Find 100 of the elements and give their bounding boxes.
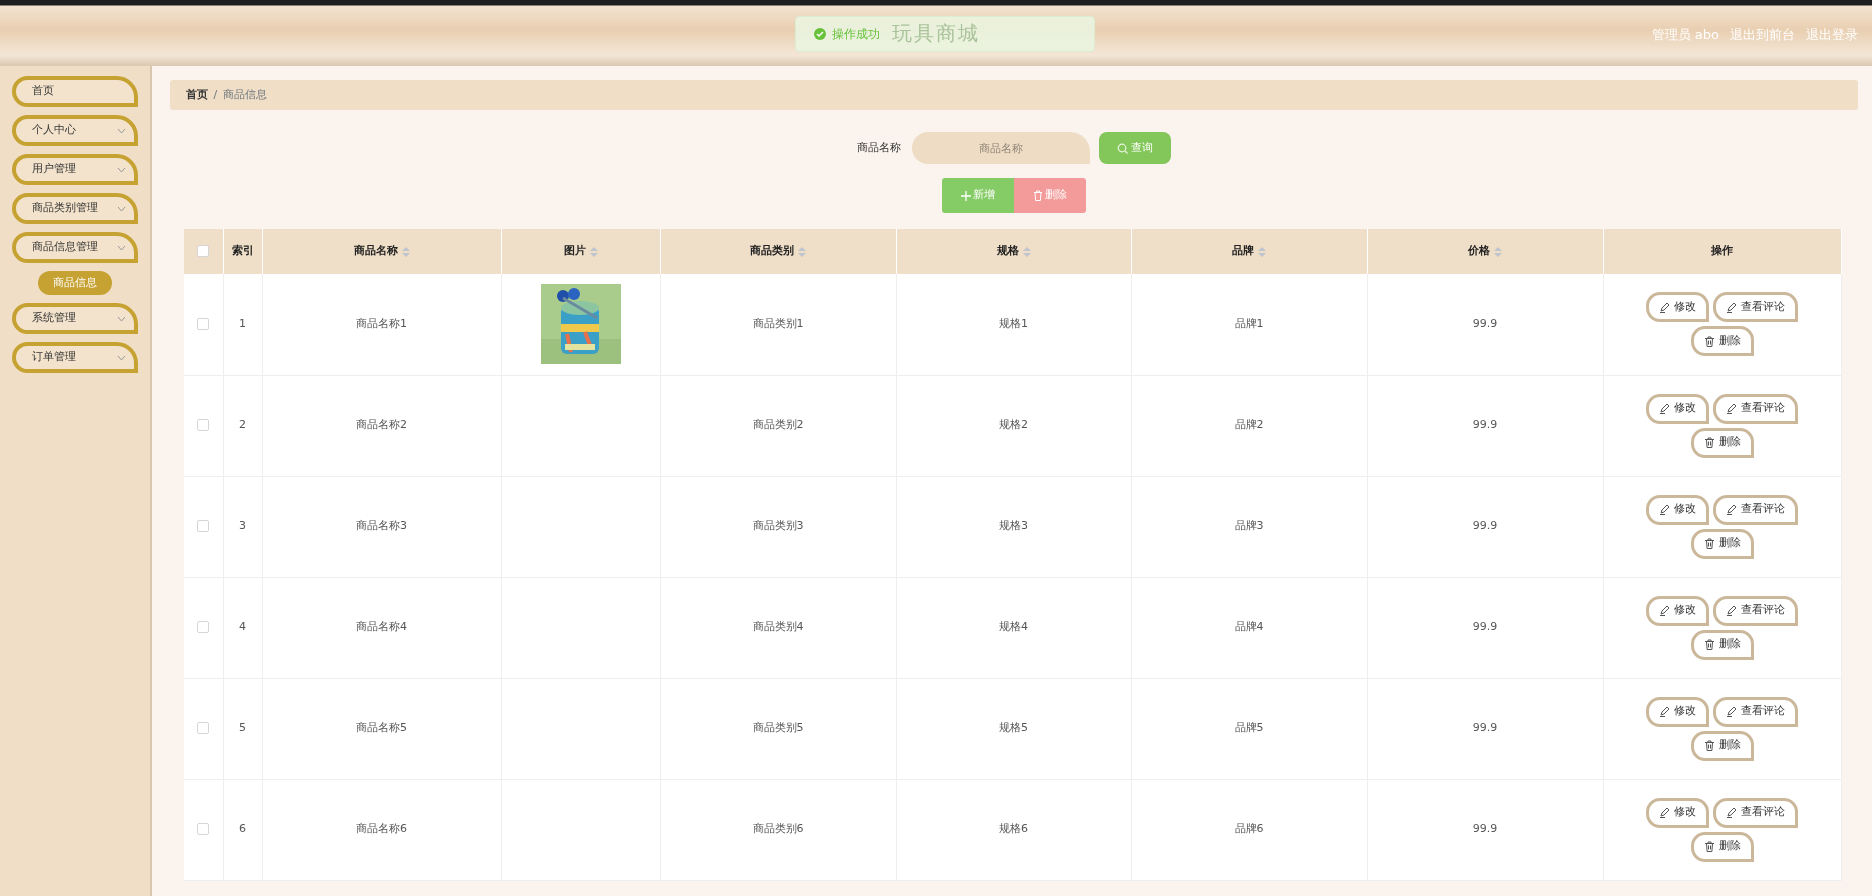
checkbox[interactable] <box>197 318 210 330</box>
chevron-icon <box>117 127 126 134</box>
pencil-icon <box>1659 403 1670 414</box>
menu-item[interactable]: 首页 <box>12 76 138 107</box>
chevron-icon <box>117 166 126 173</box>
checkbox[interactable] <box>197 722 210 735</box>
chevron-icon <box>117 354 126 361</box>
search-field[interactable]: 商品名称 <box>912 132 1091 164</box>
view-comments-button[interactable]: 查看评论 <box>1713 595 1798 626</box>
delete-button[interactable]: 删除 <box>1690 326 1754 357</box>
table-cell: 商品名称5 <box>356 721 407 735</box>
edit-button[interactable]: 修改 <box>1646 292 1709 323</box>
table-cell: 6 <box>239 822 246 836</box>
column-header[interactable]: 商品类别 <box>750 243 806 260</box>
site-title: 玩具商城 <box>892 20 980 47</box>
menu-item[interactable]: 商品类别管理 <box>12 193 138 224</box>
table-cell: 99.9 <box>1472 822 1498 836</box>
pencil-icon <box>1659 504 1670 515</box>
column-header[interactable]: 商品名称 <box>353 243 410 260</box>
delete-button[interactable]: 删除 <box>1690 528 1754 559</box>
plus-icon <box>960 190 971 201</box>
column-header: 操作 <box>1711 243 1733 260</box>
table-cell: 品牌3 <box>1234 519 1264 533</box>
table-cell: 品牌2 <box>1234 418 1264 432</box>
pencil-icon <box>1659 706 1670 717</box>
table-cell: 商品名称4 <box>356 620 407 634</box>
table-cell: 规格5 <box>999 721 1028 735</box>
breadcrumb-link[interactable]: 首页 <box>186 86 208 104</box>
pencil-icon <box>1659 807 1670 818</box>
edit-button[interactable]: 修改 <box>1646 696 1709 727</box>
checkbox[interactable] <box>197 520 210 533</box>
table-cell: 规格3 <box>999 519 1028 533</box>
table-cell: 商品类别6 <box>752 822 804 836</box>
table-cell: 规格4 <box>999 620 1028 634</box>
sort-icon <box>1494 245 1502 258</box>
sort-icon <box>798 245 806 258</box>
table-cell: 99.9 <box>1472 519 1498 533</box>
table-cell: 商品名称2 <box>356 418 407 432</box>
table-cell: 99.9 <box>1472 317 1498 330</box>
trash-icon <box>1703 437 1715 448</box>
breadcrumb-separator: / <box>213 86 218 103</box>
view-comments-button[interactable]: 查看评论 <box>1713 494 1798 525</box>
pencil-icon <box>1659 605 1670 616</box>
checkbox[interactable] <box>197 245 210 258</box>
delete-button[interactable]: 删除 <box>1690 629 1754 660</box>
search-label: 商品名称 <box>857 139 902 156</box>
menu-item[interactable]: 订单管理 <box>12 342 138 373</box>
table-cell: 99.9 <box>1472 721 1498 735</box>
view-comments-button[interactable]: 查看评论 <box>1713 393 1798 424</box>
breadcrumb-current: 商品信息 <box>222 86 267 103</box>
pencil-icon <box>1659 301 1670 313</box>
delete-button[interactable]: 删除 <box>1690 427 1754 458</box>
delete-button[interactable]: 删除 <box>1690 730 1754 761</box>
table-cell: 规格1 <box>999 317 1028 330</box>
sort-icon <box>589 245 598 258</box>
user-name: 管理员 abo <box>1651 26 1719 44</box>
pencil-icon <box>1726 301 1737 313</box>
trash-icon <box>1703 538 1715 549</box>
menu-item[interactable]: 个人中心 <box>12 115 138 146</box>
menu-item[interactable]: 商品信息管理 <box>12 232 138 263</box>
chevron-icon <box>117 205 126 212</box>
sort-icon <box>1022 245 1031 258</box>
pencil-icon <box>1726 403 1737 414</box>
view-comments-button[interactable]: 查看评论 <box>1713 797 1798 828</box>
edit-button[interactable]: 修改 <box>1646 797 1709 828</box>
pencil-icon <box>1726 706 1737 717</box>
chevron-icon <box>117 244 126 251</box>
chevron-icon <box>117 315 126 322</box>
view-comments-button[interactable]: 查看评论 <box>1713 696 1798 727</box>
menu-item[interactable]: 系统管理 <box>12 303 138 334</box>
checkbox[interactable] <box>197 823 210 836</box>
edit-button[interactable]: 修改 <box>1646 494 1709 525</box>
pencil-icon <box>1726 504 1737 515</box>
checkbox[interactable] <box>197 419 210 432</box>
table-cell: 4 <box>239 620 246 634</box>
column-header[interactable]: 价格 <box>1468 243 1502 260</box>
success-icon <box>814 28 826 40</box>
edit-button[interactable]: 修改 <box>1646 595 1709 626</box>
table-cell: 规格2 <box>999 418 1028 432</box>
table-cell: 商品名称1 <box>356 317 407 330</box>
menu-item[interactable]: 用户管理 <box>12 154 138 185</box>
table-cell: 5 <box>239 721 246 735</box>
column-header[interactable]: 规格 <box>996 243 1031 260</box>
table-cell: 品牌5 <box>1234 721 1264 735</box>
table-cell: 2 <box>239 418 246 432</box>
column-header[interactable]: 品牌 <box>1232 243 1266 260</box>
table-cell: 品牌4 <box>1234 620 1264 634</box>
table-cell: 商品名称6 <box>356 822 407 836</box>
search-icon <box>1116 142 1128 154</box>
table-cell: 商品类别2 <box>752 418 804 432</box>
checkbox[interactable] <box>197 621 210 634</box>
sort-icon <box>401 245 410 258</box>
table-cell: 品牌1 <box>1234 317 1264 330</box>
table-cell: 商品类别1 <box>752 317 804 330</box>
delete-button[interactable]: 删除 <box>1690 831 1754 862</box>
pencil-icon <box>1726 605 1737 616</box>
view-comments-button[interactable]: 查看评论 <box>1713 292 1798 323</box>
table-cell: 商品类别4 <box>752 620 804 634</box>
column-header[interactable]: 图片 <box>563 243 598 260</box>
edit-button[interactable]: 修改 <box>1646 393 1709 424</box>
